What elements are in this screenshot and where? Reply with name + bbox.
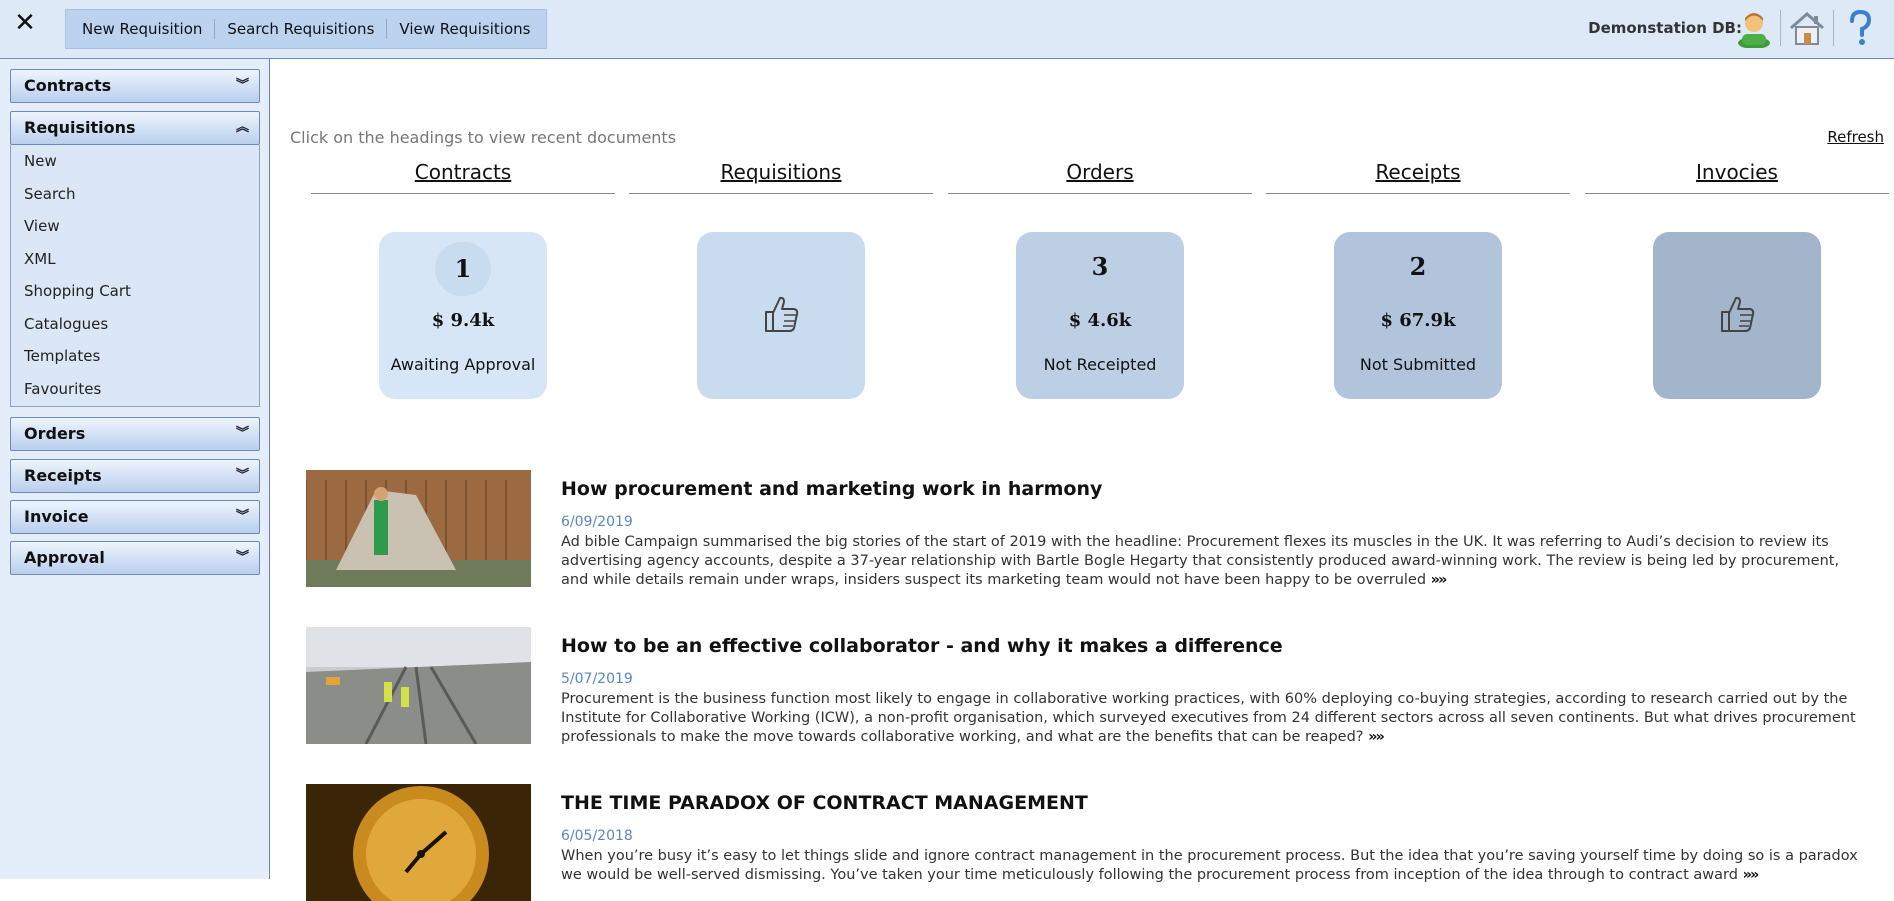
sidebar-section-label: Requisitions: [24, 118, 136, 137]
search-requisitions-button[interactable]: Search Requisitions: [215, 19, 388, 39]
requisitions-summary-card[interactable]: [697, 232, 865, 399]
chevron-double-down-icon: ︾: [235, 78, 249, 93]
thumbs-up-icon: [765, 296, 799, 332]
article-title[interactable]: How to be an effective collaborator - an…: [561, 635, 1283, 657]
top-icons: [1734, 8, 1880, 48]
heading-orders[interactable]: Orders: [948, 158, 1252, 194]
heading-invoices[interactable]: Invocies: [1585, 158, 1889, 194]
orders-count: 3: [1091, 252, 1109, 281]
contracts-amount: $ 9.4k: [431, 310, 495, 331]
orders-summary-card[interactable]: 3 $ 4.6k Not Receipted: [1016, 232, 1184, 399]
article-image[interactable]: [306, 784, 531, 901]
sidebar-section-label: Contracts: [24, 76, 112, 95]
help-icon[interactable]: [1840, 8, 1880, 48]
sidebar-item-catalogues[interactable]: Catalogues: [11, 308, 259, 341]
article-summary-text: When you’re busy it’s easy to let things…: [561, 848, 1858, 883]
contracts-status: Awaiting Approval: [390, 355, 536, 374]
article-summary-text: Ad bible Campaign summarised the big sto…: [561, 534, 1840, 588]
view-requisitions-button[interactable]: View Requisitions: [387, 19, 542, 39]
read-more-link[interactable]: »»: [1743, 867, 1760, 883]
new-requisition-button[interactable]: New Requisition: [70, 19, 216, 39]
icon-separator: [1833, 10, 1834, 46]
chevron-double-up-icon: ︽: [235, 120, 249, 135]
article-image[interactable]: [306, 470, 531, 587]
chevron-double-down-icon: ︾: [235, 426, 249, 441]
receipts-summary-card[interactable]: 2 $ 67.9k Not Submitted: [1334, 232, 1502, 399]
article-summary: Procurement is the business function mos…: [561, 690, 1861, 747]
sidebar-section-label: Orders: [24, 424, 86, 443]
sidebar-section-approval[interactable]: Approval ︾: [10, 541, 260, 575]
chevron-double-down-icon: ︾: [235, 509, 249, 524]
sidebar-section-requisitions[interactable]: Requisitions ︽: [10, 111, 260, 145]
dashboard-hint: Click on the headings to view recent doc…: [290, 128, 677, 147]
article-date: 6/05/2018: [561, 828, 633, 844]
sidebar-item-xml[interactable]: XML: [11, 243, 259, 276]
article-summary: Ad bible Campaign summarised the big sto…: [561, 533, 1861, 590]
sidebar-section-orders[interactable]: Orders ︾: [10, 417, 260, 451]
home-icon[interactable]: [1787, 8, 1827, 48]
top-nav: New Requisition Search Requisitions View…: [65, 9, 548, 49]
refresh-link[interactable]: Refresh: [1827, 128, 1884, 146]
top-bar: ✕ New Requisition Search Requisitions Vi…: [0, 0, 1894, 59]
sidebar-section-contracts[interactable]: Contracts ︾: [10, 69, 260, 103]
orders-amount: $ 4.6k: [1068, 310, 1132, 331]
sidebar-item-shopping-cart[interactable]: Shopping Cart: [11, 275, 259, 308]
article-title[interactable]: THE TIME PARADOX OF CONTRACT MANAGEMENT: [561, 792, 1088, 814]
receipts-amount: $ 67.9k: [1380, 310, 1456, 331]
sidebar-section-invoice[interactable]: Invoice ︾: [10, 500, 260, 534]
receipts-status: Not Submitted: [1359, 355, 1477, 374]
sidebar-item-new[interactable]: New: [11, 145, 259, 178]
heading-contracts[interactable]: Contracts: [311, 158, 615, 194]
invoices-summary-card[interactable]: [1653, 232, 1821, 399]
heading-requisitions[interactable]: Requisitions: [629, 158, 933, 194]
chevron-double-down-icon: ︾: [235, 468, 249, 483]
article-summary: When you’re busy it’s easy to let things…: [561, 847, 1861, 885]
orders-status: Not Receipted: [1043, 355, 1157, 374]
thumbs-up-icon: [1721, 296, 1755, 332]
sidebar-section-receipts[interactable]: Receipts ︾: [10, 459, 260, 493]
heading-receipts[interactable]: Receipts: [1266, 158, 1570, 194]
sidebar-item-search[interactable]: Search: [11, 178, 259, 211]
sidebar-item-view[interactable]: View: [11, 210, 259, 243]
article-date: 6/09/2019: [561, 514, 633, 530]
icon-separator: [1780, 10, 1781, 46]
sidebar-section-label: Approval: [24, 548, 105, 567]
sidebar-item-favourites[interactable]: Favourites: [11, 373, 259, 406]
sidebar-section-label: Invoice: [24, 507, 89, 526]
sidebar-section-label: Receipts: [24, 466, 102, 485]
article-title[interactable]: How procurement and marketing work in ha…: [561, 478, 1102, 500]
contracts-summary-card[interactable]: 1 $ 9.4k Awaiting Approval: [379, 232, 547, 399]
chevron-double-down-icon: ︾: [235, 550, 249, 565]
sidebar-item-templates[interactable]: Templates: [11, 340, 259, 373]
contracts-count: 1: [435, 242, 491, 296]
user-icon[interactable]: [1734, 8, 1774, 48]
article-summary-text: Procurement is the business function mos…: [561, 691, 1856, 745]
article-date: 5/07/2019: [561, 671, 633, 687]
close-icon[interactable]: ✕: [13, 8, 37, 38]
read-more-link[interactable]: »»: [1368, 729, 1385, 745]
article-image[interactable]: [306, 627, 531, 744]
read-more-link[interactable]: »»: [1431, 572, 1448, 588]
main-content: Click on the headings to view recent doc…: [271, 60, 1894, 901]
requisitions-menu: New Search View XML Shopping Cart Catalo…: [10, 145, 260, 407]
sidebar: Contracts ︾ Requisitions ︽ New Search Vi…: [0, 59, 270, 879]
database-label: Demonstation DB:: [1588, 19, 1742, 37]
receipts-count: 2: [1409, 252, 1427, 281]
